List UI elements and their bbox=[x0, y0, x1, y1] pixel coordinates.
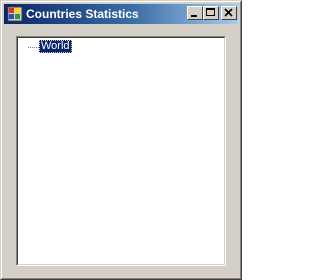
tree-view-frame: World bbox=[17, 37, 225, 265]
minimize-button[interactable] bbox=[187, 6, 203, 20]
app-window: Countries Statistics World bbox=[0, 0, 242, 280]
tree-node-world[interactable]: World bbox=[39, 40, 72, 53]
close-button[interactable] bbox=[221, 6, 237, 20]
app-window-icon[interactable] bbox=[7, 6, 23, 22]
minimize-icon bbox=[191, 15, 197, 17]
close-icon bbox=[224, 8, 233, 17]
countries-tree-view[interactable]: World bbox=[16, 36, 226, 266]
tree-connector-line bbox=[28, 47, 39, 48]
maximize-button[interactable] bbox=[203, 6, 219, 20]
maximize-icon bbox=[206, 8, 215, 16]
window-title: Countries Statistics bbox=[26, 7, 139, 21]
title-bar[interactable]: Countries Statistics bbox=[4, 4, 238, 24]
